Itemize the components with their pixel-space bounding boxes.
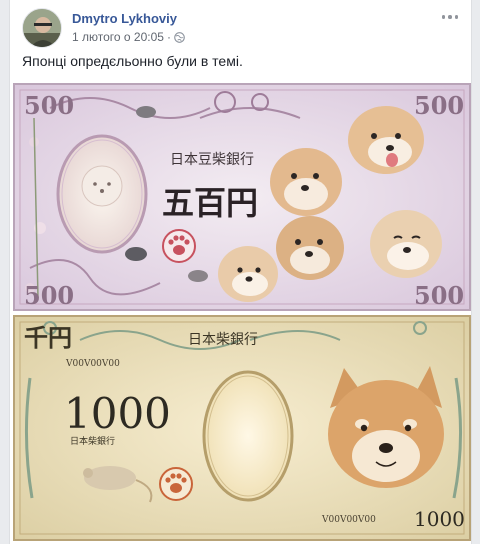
corner-value-bottom-right: 500 — [414, 281, 464, 310]
value-500: 五百円 — [162, 184, 258, 222]
serial-top: V00V00V00 — [65, 359, 120, 369]
paw-seal-icon-1000 — [159, 467, 193, 501]
more-options-icon[interactable] — [440, 10, 460, 24]
shiba-portrait-illustration — [328, 366, 444, 488]
avatar[interactable] — [22, 8, 62, 48]
corner-value-top-left: 500 — [24, 91, 74, 120]
small-bank-name: 日本柴銀行 — [70, 435, 115, 447]
post-header: Dmytro Lykhoviy 1 лютого о 20:05 · — [22, 8, 462, 48]
corner-value-top-right: 500 — [414, 91, 464, 120]
author-name[interactable]: Dmytro Lykhoviy — [72, 11, 177, 26]
bank-name-500: 日本豆柴銀行 — [170, 152, 254, 168]
post-card: Dmytro Lykhoviy 1 лютого о 20:05 · Японц… — [9, 0, 472, 544]
post-text: Японці опредєльонно були в темі. — [22, 53, 243, 69]
banknote-1000: 千円 日本柴銀行 V00V00V00 V00V00V00 1000 日本柴銀行 — [13, 315, 471, 541]
post-photo[interactable]: 500 500 500 500 日本豆柴銀行 五百円 千円 日本柴銀行 V00V… — [10, 78, 471, 544]
paw-seal-icon — [162, 229, 196, 263]
bank-name-1000: 日本柴銀行 — [188, 332, 258, 348]
globe-icon[interactable] — [174, 31, 185, 43]
banknote-500: 500 500 500 500 日本豆柴銀行 五百円 — [13, 83, 471, 311]
timestamp[interactable]: 1 лютого о 20:05 — [72, 30, 164, 44]
post-meta: 1 лютого о 20:05 · — [72, 30, 185, 44]
value-header-1000: 千円 — [24, 323, 72, 352]
corner-value-bottom-left: 500 — [24, 281, 74, 310]
corner-value-1000: 1000 — [414, 507, 465, 531]
serial-bottom: V00V00V00 — [321, 515, 376, 525]
value-1000: 1000 — [64, 389, 171, 438]
meta-separator: · — [166, 30, 171, 44]
